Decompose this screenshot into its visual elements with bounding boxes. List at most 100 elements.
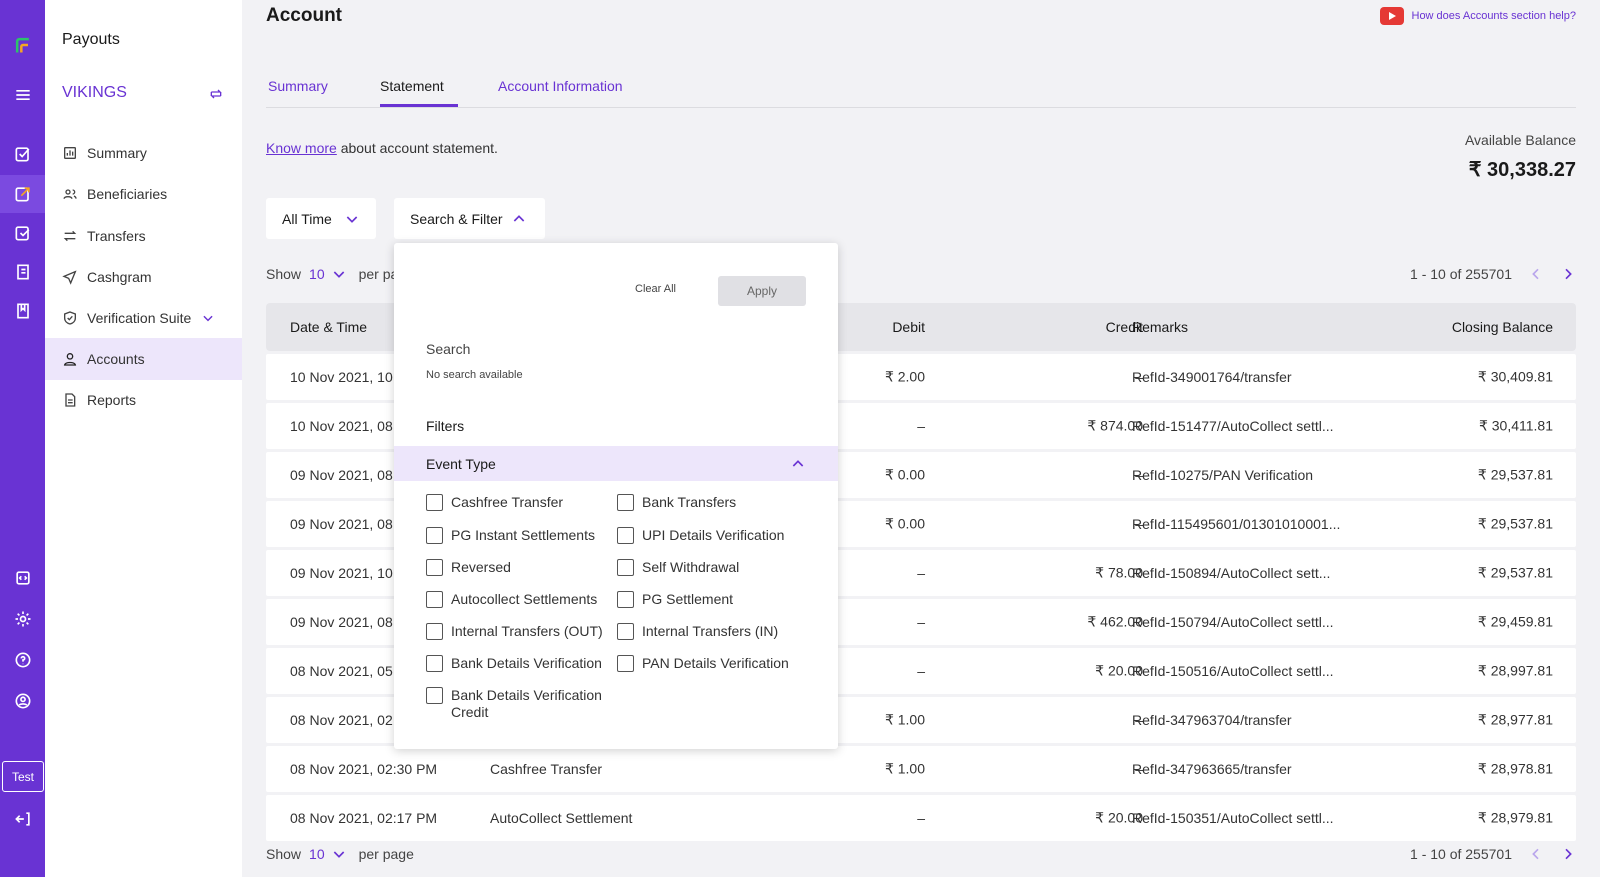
chevron-down-icon[interactable] <box>331 846 347 862</box>
cell-date: 09 Nov 2021, 10: <box>290 565 397 581</box>
chevron-left-icon[interactable] <box>1528 266 1544 282</box>
search-filter-dropdown[interactable]: Search & Filter <box>394 198 545 239</box>
event-type-checkbox[interactable]: Bank Transfers <box>617 494 817 511</box>
developers-icon[interactable] <box>0 559 45 597</box>
available-balance-label: Available Balance <box>1464 132 1576 148</box>
rail-payouts-icon[interactable] <box>0 175 45 213</box>
page-size-select[interactable]: 10 <box>309 846 325 862</box>
switch-org-icon[interactable] <box>208 86 224 102</box>
checkbox-box[interactable] <box>617 591 634 608</box>
cell-closing-balance: ₹ 29,537.81 <box>1477 515 1553 532</box>
event-type-accordion[interactable]: Event Type <box>394 446 838 481</box>
cell-debit: ₹ 1.00 <box>884 760 925 777</box>
event-type-checkbox[interactable]: PG Instant Settlements <box>426 527 611 544</box>
org-name[interactable]: VIKINGS <box>62 84 127 102</box>
chevron-down-icon[interactable] <box>331 266 347 282</box>
pagination-bottom: 1 - 10 of 255701 <box>1410 846 1576 862</box>
cell-date: 10 Nov 2021, 10:3 <box>290 369 405 385</box>
cell-debit: – <box>917 565 925 581</box>
profile-icon[interactable] <box>0 682 45 720</box>
cell-closing-balance: ₹ 28,997.81 <box>1477 662 1553 679</box>
sidebar-item-accounts[interactable]: Accounts <box>45 338 242 380</box>
sidebar: Payouts VIKINGS Summary Beneficiaries Tr… <box>45 0 242 877</box>
chevron-left-icon[interactable] <box>1528 846 1544 862</box>
chevron-right-icon[interactable] <box>1560 266 1576 282</box>
checkbox-label: UPI Details Verification <box>642 527 785 543</box>
logout-icon[interactable] <box>0 800 45 838</box>
event-type-label: Event Type <box>426 455 496 472</box>
cell-event: AutoCollect Settlement <box>490 810 633 826</box>
cell-debit: – <box>917 418 925 434</box>
event-type-checkbox[interactable]: Internal Transfers (IN) <box>617 623 817 640</box>
checkbox-box[interactable] <box>617 559 634 576</box>
checkbox-box[interactable] <box>617 494 634 511</box>
checkbox-box[interactable] <box>426 591 443 608</box>
sidebar-item-summary[interactable]: Summary <box>45 132 242 174</box>
checkbox-box[interactable] <box>426 655 443 672</box>
statement-info-text: about account statement. <box>336 140 498 156</box>
no-search-text: No search available <box>426 369 523 381</box>
event-type-checkbox[interactable]: Reversed <box>426 559 611 576</box>
test-env-badge[interactable]: Test <box>2 761 44 792</box>
checkbox-box[interactable] <box>617 527 634 544</box>
sidebar-item-label: Summary <box>87 145 147 161</box>
checkbox-box[interactable] <box>426 559 443 576</box>
event-type-checkbox[interactable]: Autocollect Settlements <box>426 591 611 608</box>
icon-rail: Test <box>0 0 45 877</box>
page-size-select[interactable]: 10 <box>309 266 325 282</box>
settings-icon[interactable] <box>0 600 45 638</box>
checkbox-box[interactable] <box>617 623 634 640</box>
checkbox-box[interactable] <box>426 494 443 511</box>
event-type-checkbox[interactable]: PAN Details Verification <box>617 655 817 672</box>
event-type-checkbox[interactable]: UPI Details Verification <box>617 527 817 544</box>
tab-bar: Summary Statement Account Information <box>266 70 1576 108</box>
checkbox-box[interactable] <box>617 655 634 672</box>
tab-account-information[interactable]: Account Information <box>498 78 623 94</box>
rail-verification-icon[interactable] <box>0 253 45 291</box>
sidebar-item-label: Beneficiaries <box>87 186 168 202</box>
rail-docs-icon[interactable] <box>0 292 45 330</box>
checkbox-label: PAN Details Verification <box>642 655 789 671</box>
event-type-checkbox[interactable]: Cashfree Transfer <box>426 494 611 511</box>
tab-statement[interactable]: Statement <box>380 78 444 94</box>
clear-all-button[interactable]: Clear All <box>635 283 676 295</box>
checkbox-box[interactable] <box>426 687 443 704</box>
rail-payments-icon[interactable] <box>0 135 45 173</box>
cell-debit: ₹ 0.00 <box>884 515 925 532</box>
event-type-checkbox[interactable]: Internal Transfers (OUT) <box>426 623 611 640</box>
header-closing-balance: Closing Balance <box>1451 319 1553 335</box>
checkbox-box[interactable] <box>426 527 443 544</box>
sidebar-item-reports[interactable]: Reports <box>45 379 242 421</box>
help-video-link[interactable]: How does Accounts section help? <box>1379 7 1576 25</box>
apply-button[interactable]: Apply <box>718 276 806 306</box>
cell-remarks: RefId-347963704/transfer <box>1132 712 1292 728</box>
cell-closing-balance: ₹ 28,979.81 <box>1477 809 1553 826</box>
event-type-checkbox[interactable]: Self Withdrawal <box>617 559 817 576</box>
checkbox-label: PG Settlement <box>642 591 734 607</box>
sidebar-item-label: Reports <box>87 392 137 408</box>
cell-debit: – <box>917 614 925 630</box>
event-type-checkbox[interactable]: PG Settlement <box>617 591 817 608</box>
table-row[interactable]: 08 Nov 2021, 02:17 PM AutoCollect Settlem… <box>266 795 1576 841</box>
chevron-right-icon[interactable] <box>1560 846 1576 862</box>
sidebar-item-beneficiaries[interactable]: Beneficiaries <box>45 173 242 215</box>
cell-date: 08 Nov 2021, 02:30 PM <box>290 761 438 777</box>
menu-icon[interactable] <box>0 76 45 114</box>
checkbox-box[interactable] <box>426 623 443 640</box>
table-row[interactable]: 08 Nov 2021, 02:30 PM Cashfree Transfer ₹ … <box>266 746 1576 792</box>
cell-event: Cashfree Transfer <box>490 761 603 777</box>
event-type-checkbox[interactable]: Bank Details Verification <box>426 655 611 672</box>
sidebar-item-verification-suite[interactable]: Verification Suite <box>45 297 242 339</box>
document-icon <box>65 393 76 407</box>
time-filter-dropdown[interactable]: All Time <box>266 198 376 239</box>
checkbox-label: Bank Details Verification <box>451 655 602 671</box>
sidebar-item-transfers[interactable]: Transfers <box>45 215 242 257</box>
help-icon[interactable] <box>0 641 45 679</box>
sidebar-item-cashgram[interactable]: Cashgram <box>45 256 242 298</box>
tab-summary[interactable]: Summary <box>268 78 328 94</box>
event-type-checkbox[interactable]: Bank Details Verification Credit <box>426 687 611 721</box>
rail-autocollect-icon[interactable] <box>0 214 45 252</box>
chevron-down-icon[interactable] <box>201 311 215 325</box>
transfer-icon <box>63 230 77 242</box>
know-more-link[interactable]: Know more <box>266 140 337 156</box>
